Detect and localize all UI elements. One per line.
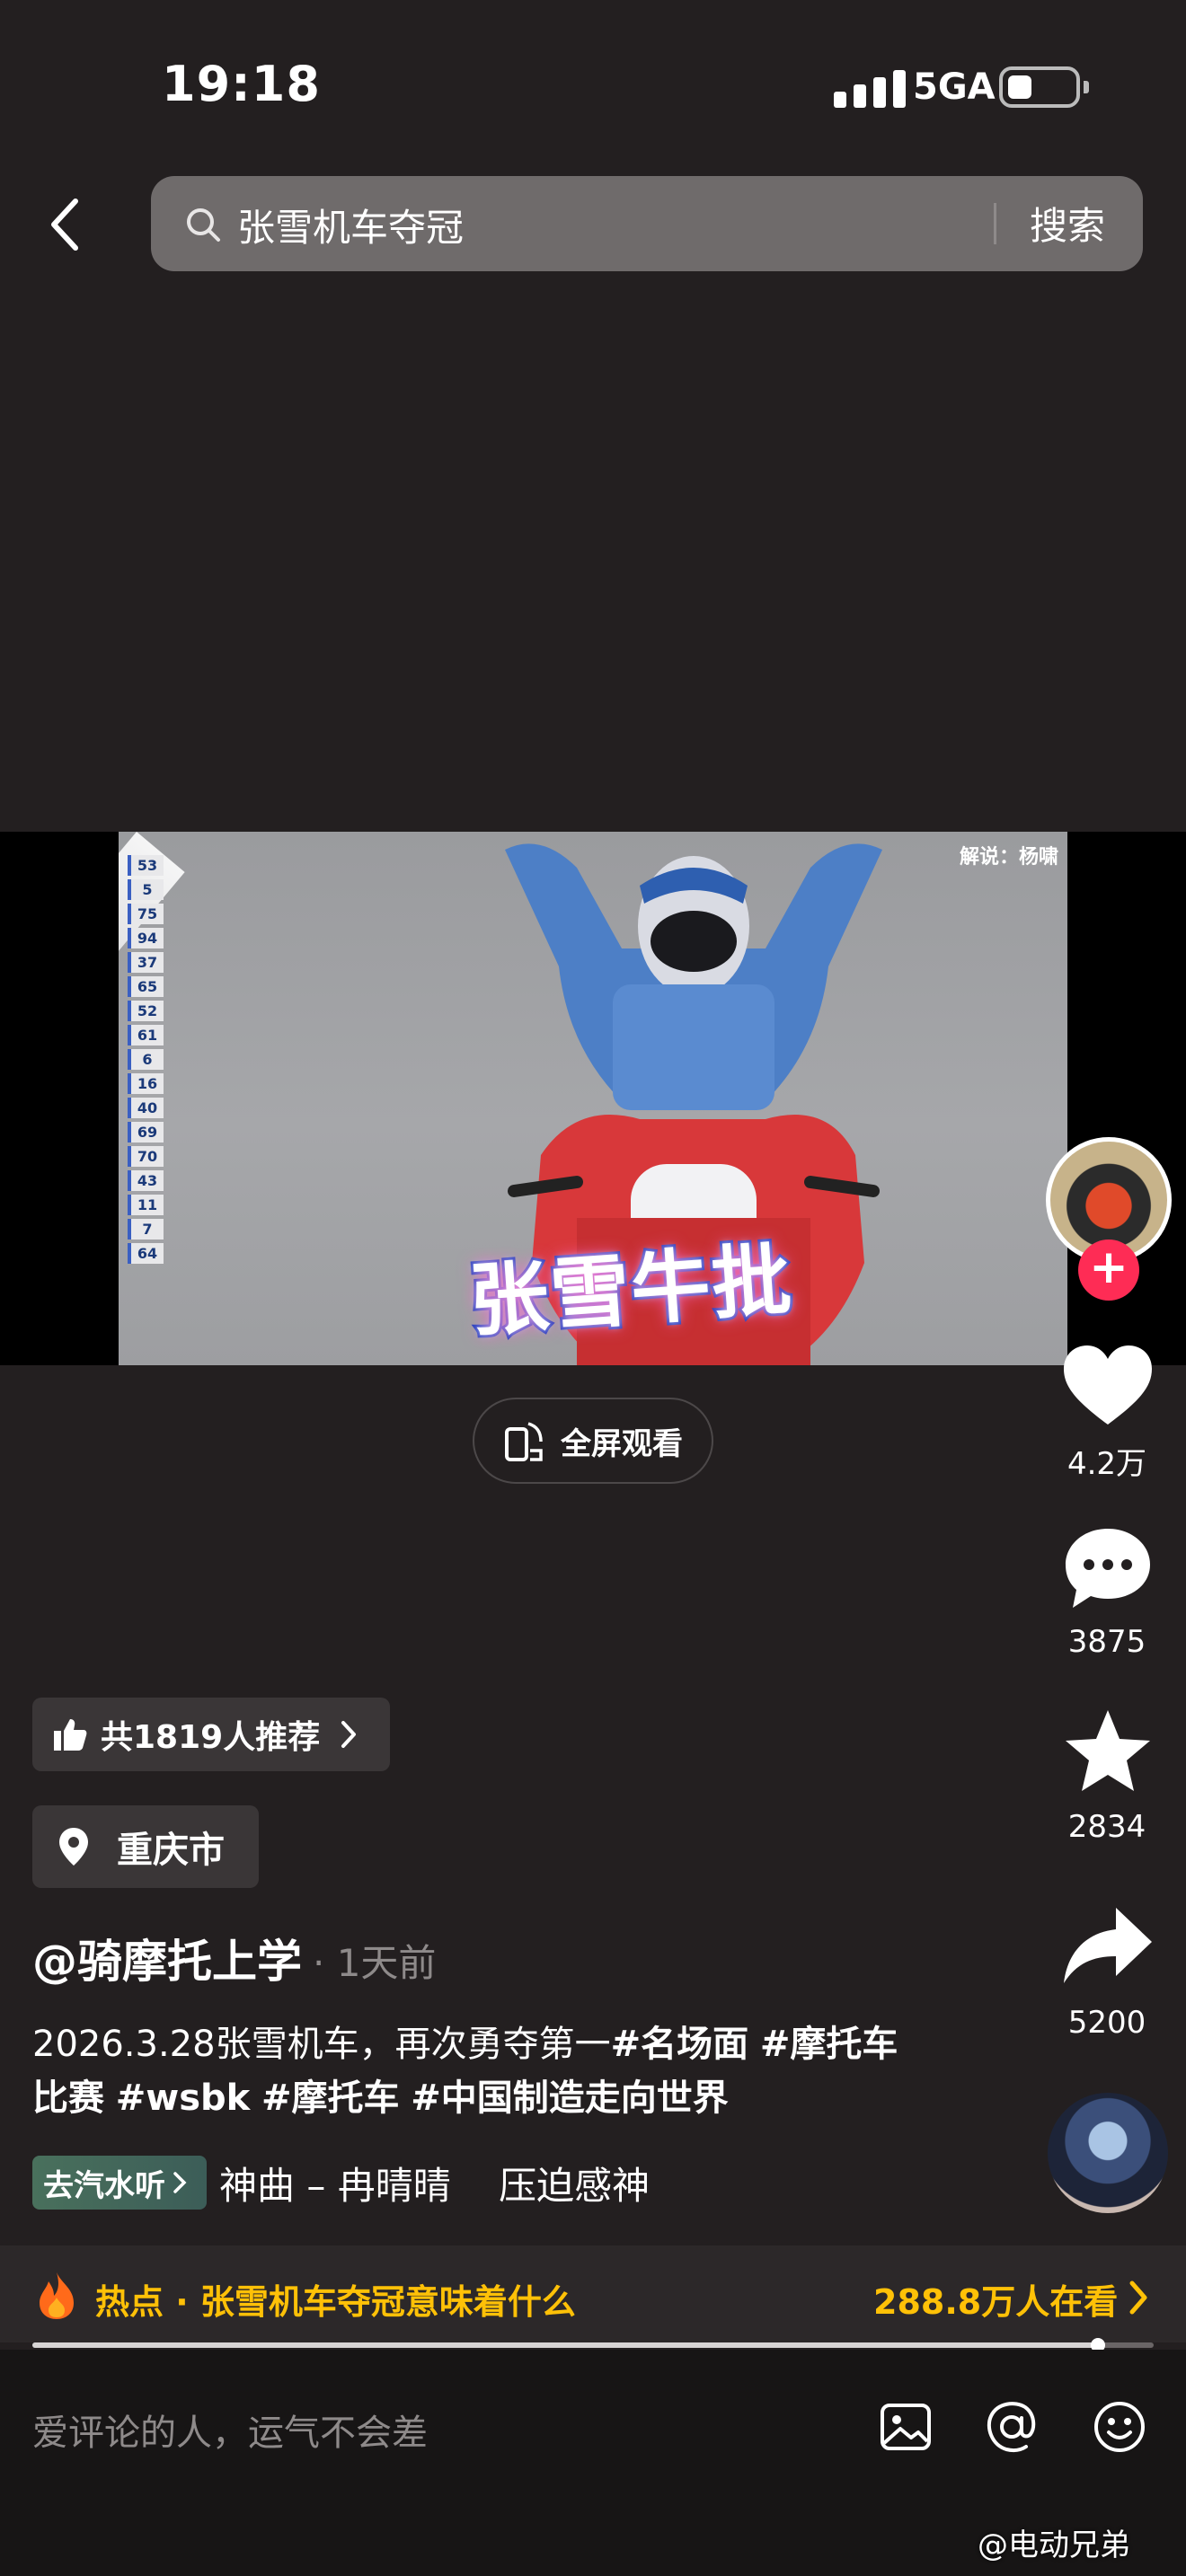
standing-number: 75 [128, 904, 164, 924]
video-overlay-caption: 张雪牛批 [464, 1231, 798, 1351]
favorite-count: 2834 [1067, 1809, 1146, 1845]
search-button[interactable]: 搜索 [1030, 196, 1105, 251]
standing-number: 43 [128, 1170, 164, 1191]
recommend-label: 共1819人推荐 [101, 1719, 321, 1756]
watermark: @电动兄弟 [978, 2527, 1130, 2563]
comment-bubble-icon[interactable] [1058, 1523, 1157, 1613]
hot-viewers-count: 288.8万人在看 [873, 2282, 1119, 2322]
network-label: 5GA [913, 66, 996, 108]
standing-number: 70 [128, 1146, 164, 1167]
fire-icon [40, 2272, 74, 2319]
post-description: 2026.3.28张雪机车，再次勇夺第一#名场面 #摩托车比赛 #wsbk #摩… [32, 2017, 931, 2125]
fullscreen-label: 全屏观看 [561, 1425, 683, 1462]
like-count: 4.2万 [1067, 1446, 1147, 1482]
race-standings: 53 5 75 94 37 65 52 61 6 16 40 69 70 43 11 7 64 [128, 855, 164, 1264]
standing-number: 7 [128, 1219, 164, 1239]
back-button[interactable] [36, 189, 99, 260]
standing-number: 64 [128, 1243, 164, 1264]
chevron-left-icon [51, 198, 78, 251]
at-icon[interactable] [983, 2398, 1040, 2456]
hashtag[interactable]: #中国制造走向世界 [411, 2078, 729, 2119]
follow-button[interactable]: + [1078, 1239, 1139, 1301]
standing-number: 53 [128, 855, 164, 876]
share-arrow-icon[interactable] [1058, 1902, 1157, 1992]
chevron-right-icon [173, 2172, 187, 2193]
recommend-chip[interactable]: 共1819人推荐 [32, 1698, 390, 1771]
location-label: 重庆市 [117, 1830, 225, 1871]
search-icon [187, 208, 220, 242]
search-bar[interactable]: 张雪机车夺冠 搜索 [151, 176, 1143, 271]
music-app-tag[interactable]: 去汽水听 [32, 2156, 207, 2210]
standing-number: 61 [128, 1025, 164, 1045]
description-text: 2026.3.28张雪机车，再次勇夺第一 [32, 2024, 611, 2065]
location-pin-icon [59, 1828, 88, 1866]
heart-icon[interactable] [1058, 1342, 1157, 1432]
standing-number: 37 [128, 952, 164, 973]
commentator-caption: 解说：杨啸 [959, 846, 1058, 869]
hashtag[interactable]: #摩托车 [261, 2078, 400, 2119]
post-time: · 1天前 [313, 1941, 437, 1985]
standing-number: 11 [128, 1195, 164, 1215]
hashtag[interactable]: #wsbk [116, 2078, 251, 2119]
comment-count: 3875 [1067, 1624, 1146, 1660]
standing-number: 16 [128, 1073, 164, 1094]
standing-number: 65 [128, 976, 164, 997]
location-chip[interactable]: 重庆市 [32, 1805, 259, 1888]
chevron-right-icon [341, 1721, 357, 1748]
video-player[interactable]: 53 5 75 94 37 65 52 61 6 16 40 69 70 43 11 7 64 解说：杨啸 张雪… [119, 832, 1067, 1365]
standing-number: 94 [128, 928, 164, 948]
music-tag-label: 去汽水听 [43, 2167, 165, 2204]
fullscreen-button[interactable]: 全屏观看 [473, 1398, 713, 1484]
hot-topic-label[interactable]: 热点 · 张雪机车夺冠意味着什么 [95, 2274, 576, 2324]
battery-icon [999, 66, 1089, 108]
rotate-screen-icon [505, 1422, 543, 1461]
search-input[interactable]: 张雪机车夺冠 [237, 198, 464, 252]
thumbs-up-icon [54, 1719, 87, 1751]
standing-number: 6 [128, 1049, 164, 1070]
image-icon[interactable] [877, 2398, 934, 2456]
star-icon[interactable] [1058, 1707, 1157, 1796]
author-name[interactable]: @骑摩托上学 [32, 1926, 302, 1990]
status-time: 19:18 [162, 56, 321, 112]
chevron-right-icon[interactable] [1125, 2278, 1152, 2317]
emoji-icon[interactable] [1091, 2398, 1148, 2456]
comment-input[interactable]: 爱评论的人，运气不会差 [32, 2404, 428, 2456]
share-count: 5200 [1067, 2005, 1146, 2041]
music-marquee[interactable]: 神曲 – 冉晴晴 压迫感神 [219, 2156, 650, 2210]
plus-icon: + [1089, 1240, 1128, 1294]
music-disc-icon[interactable] [1048, 2093, 1168, 2213]
standing-number: 5 [128, 879, 164, 900]
standing-number: 40 [128, 1098, 164, 1118]
standing-number: 69 [128, 1122, 164, 1142]
playback-progress-fill [32, 2342, 1098, 2348]
search-divider [994, 203, 996, 244]
standing-number: 52 [128, 1001, 164, 1021]
hashtag[interactable]: #名场面 [611, 2024, 749, 2065]
